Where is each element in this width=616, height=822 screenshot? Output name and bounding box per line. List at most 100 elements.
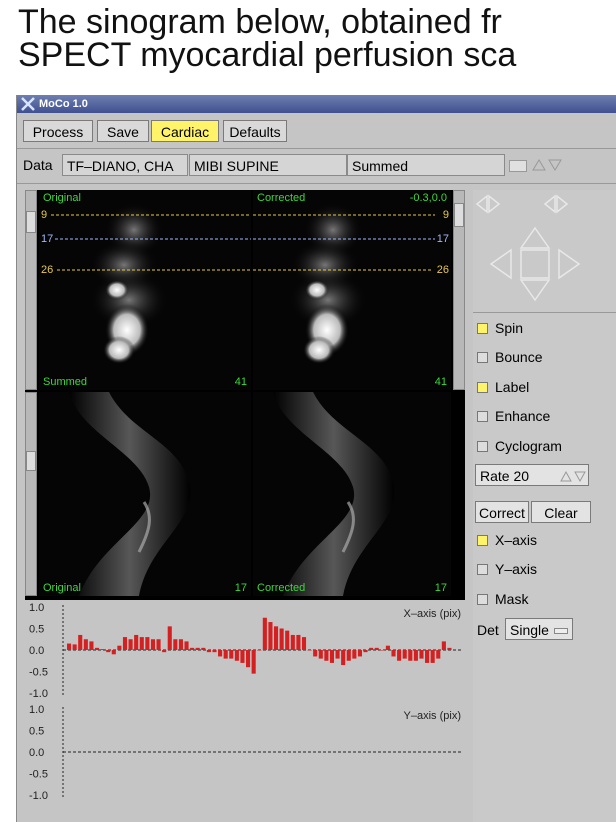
left-top-scrollbar[interactable] (25, 190, 37, 390)
panel-label: Original (43, 582, 81, 594)
bar (341, 650, 346, 666)
corrected-summed-panel: Corrected -0.3,0.0 9 17 26 41 (253, 190, 451, 390)
original-summed-panel: Original 9 17 26 Summed 41 (39, 190, 251, 390)
menu-bar: Process Save Cardiac Defaults (17, 117, 616, 145)
dropdown-icon (554, 628, 568, 634)
checkbox-label: Label (495, 379, 530, 395)
checkbox-box[interactable] (477, 382, 488, 393)
corrected-summed-image (253, 202, 435, 364)
frame-number: 17 (434, 582, 447, 594)
det-value: Single (510, 622, 549, 638)
checkbox-box[interactable] (477, 352, 488, 363)
bar (413, 650, 418, 661)
bar (318, 650, 323, 659)
bar (78, 634, 83, 650)
study-field[interactable]: MIBI SUPINE (189, 154, 347, 176)
panel-label: Original (43, 192, 81, 204)
checkbox-label: Enhance (495, 408, 551, 424)
question-text: The sinogram below, obtained fr SPECT my… (18, 5, 616, 72)
scroll-thumb[interactable] (26, 211, 36, 233)
bar (425, 650, 430, 663)
mode-dropdown-icon[interactable] (509, 160, 527, 172)
correct-button[interactable]: Correct (475, 501, 529, 523)
checkbox-label: Y–axis (495, 561, 538, 577)
clear-button[interactable]: Clear (531, 501, 591, 523)
chart-title: Y–axis (pix) (404, 710, 461, 722)
controls-panel: Spin Bounce Label Enhance Cyclogram Rate… (473, 190, 616, 822)
y-tick-label: 0.5 (29, 624, 44, 636)
title-bar: MoCo 1.0 (17, 95, 616, 113)
det-select[interactable]: Single (505, 618, 573, 640)
bar (83, 639, 88, 650)
original-sinogram-panel: Original 17 (39, 392, 251, 596)
bar (156, 639, 161, 650)
bar (374, 647, 379, 650)
bar (218, 650, 223, 657)
bar (441, 641, 446, 650)
scroll-thumb[interactable] (454, 203, 464, 227)
scroll-thumb[interactable] (26, 451, 36, 471)
bar (313, 650, 318, 657)
bar (329, 650, 335, 663)
y-axis-graph: 1.0 0.5 0.0 -0.5 -1.0 Y–axis (pix) (25, 703, 465, 802)
y-tick-label: 0.0 (29, 747, 44, 759)
y-tick-label: -1.0 (29, 688, 48, 699)
checkbox-box[interactable] (477, 323, 488, 334)
checkbox-box[interactable] (477, 535, 488, 546)
checkbox-box[interactable] (477, 411, 488, 422)
save-button[interactable]: Save (97, 120, 149, 142)
checkbox-box[interactable] (477, 441, 488, 452)
panel-label: Corrected (257, 582, 306, 594)
checkbox-box[interactable] (477, 594, 488, 605)
divider (17, 148, 616, 149)
divider (17, 183, 616, 184)
mode-stepper-icon[interactable] (531, 158, 563, 172)
process-button[interactable]: Process (23, 120, 93, 142)
bar (290, 634, 295, 650)
bar (190, 647, 195, 650)
mode-field[interactable]: Summed (347, 154, 505, 176)
cardiac-button[interactable]: Cardiac (151, 120, 219, 142)
bar (307, 650, 312, 651)
bar (346, 650, 351, 661)
bar (150, 639, 156, 650)
y-tick-label: 1.0 (29, 704, 44, 716)
frame-number: 17 (234, 582, 247, 594)
bar (106, 650, 111, 653)
bar (273, 626, 279, 650)
corrected-sinogram-image (273, 392, 395, 596)
rate-stepper-icon[interactable] (559, 470, 587, 482)
navigation-arrows-icon[interactable] (473, 190, 616, 312)
checkbox-label: Mask (495, 591, 529, 607)
bar (268, 622, 273, 650)
patient-field[interactable]: TF–DIANO, CHA (62, 154, 188, 176)
data-bar: Data TF–DIANO, CHA MIBI SUPINE Summed (17, 152, 616, 178)
left-bottom-scrollbar[interactable] (25, 392, 37, 596)
bar (380, 650, 385, 651)
bar (223, 650, 228, 659)
y-tick-label: -0.5 (29, 769, 48, 781)
bar (184, 641, 189, 650)
bar (122, 637, 128, 650)
bar (324, 650, 329, 661)
bar (363, 650, 368, 653)
checkbox-box[interactable] (477, 564, 488, 575)
bar (251, 650, 256, 674)
bar (128, 639, 133, 650)
checkbox-label: Bounce (495, 349, 543, 365)
bar (419, 650, 424, 659)
right-top-scrollbar[interactable] (453, 190, 465, 390)
y-tick-label: -0.5 (29, 667, 48, 679)
offset-readout: -0.3,0.0 (409, 192, 447, 204)
bar (335, 650, 340, 659)
corrected-sinogram-panel: Corrected 17 (253, 392, 451, 596)
bar (201, 647, 206, 650)
bar (89, 641, 94, 650)
frame-number: 41 (234, 376, 247, 388)
bar (397, 650, 402, 661)
bar (279, 628, 284, 650)
checkbox-label: Spin (495, 320, 524, 336)
defaults-button[interactable]: Defaults (223, 120, 287, 142)
bar (385, 645, 390, 650)
line-label: 17 (436, 233, 449, 245)
